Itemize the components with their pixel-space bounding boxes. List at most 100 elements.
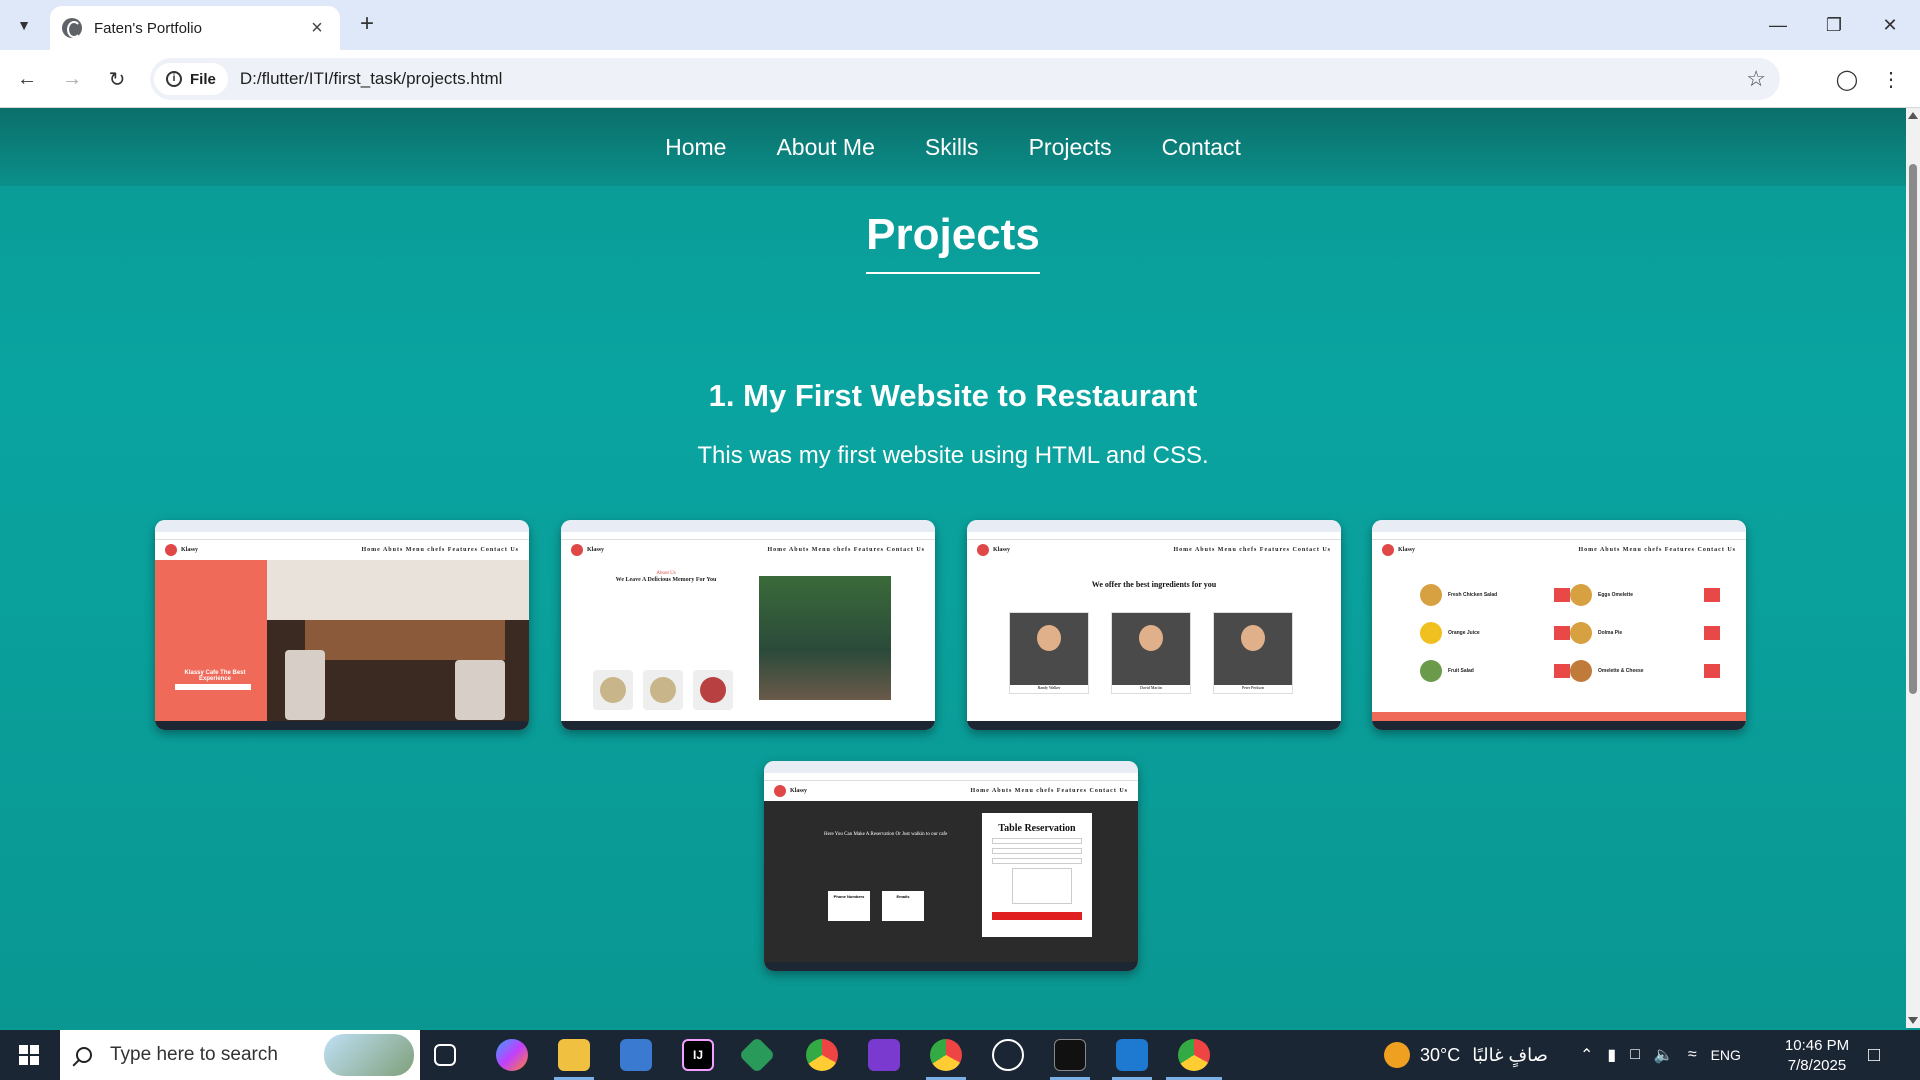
mini-address-bar (561, 532, 935, 540)
browser-tab[interactable]: Faten's Portfolio × (50, 6, 340, 50)
copilot-icon[interactable] (496, 1039, 528, 1071)
mini-menu-item: Fruit Salad (1420, 658, 1570, 684)
windows-logo-icon (19, 1045, 39, 1065)
mini-food-thumb (643, 670, 683, 710)
project-screenshot-5[interactable]: Klassy Home Abuts Menu chefs Features Co… (764, 761, 1138, 971)
mini-address-bar (967, 532, 1341, 540)
mini-site-header: Klassy Home Abuts Menu chefs Features Co… (764, 781, 1138, 801)
mini-hero-red-panel (155, 560, 267, 721)
scroll-down-icon[interactable] (1908, 1017, 1918, 1024)
mini-browser-chrome (561, 520, 935, 532)
address-bar[interactable]: i File D:/flutter/ITI/first_task/project… (150, 58, 1780, 100)
info-icon: i (166, 71, 182, 87)
chrome-icon[interactable] (1178, 1039, 1210, 1071)
wifi-icon[interactable]: ≈ (1688, 1046, 1697, 1064)
mini-chair (285, 650, 325, 720)
chrome-profile-icon[interactable] (806, 1039, 838, 1071)
chevron-down-icon: ▼ (17, 17, 31, 33)
logo-icon (165, 544, 177, 556)
mini-reservation-form: Table Reservation (982, 813, 1092, 937)
nav-about-me[interactable]: About Me (776, 134, 874, 161)
mini-address-bar (764, 773, 1138, 781)
nav-skills[interactable]: Skills (925, 134, 979, 161)
task-view-icon[interactable] (434, 1044, 456, 1066)
mini-about-sub: We Leave A Delicious Memory For You (615, 577, 717, 583)
scroll-thumb[interactable] (1909, 164, 1917, 694)
scroll-up-icon[interactable] (1908, 112, 1918, 119)
mini-brand: Klassy (587, 547, 605, 553)
chevron-up-icon[interactable]: ⌃ (1580, 1045, 1593, 1065)
taskbar-search[interactable]: Type here to search (60, 1030, 420, 1080)
mini-browser-chrome (155, 520, 529, 532)
nav-home[interactable]: Home (665, 134, 726, 161)
mini-chef-card: David Martin (1111, 612, 1191, 694)
mini-brand: Klassy (1398, 547, 1416, 553)
profile-icon[interactable]: ◯ (1830, 62, 1864, 96)
mini-about-heading: About Us (656, 571, 676, 576)
project-screenshot-2[interactable]: Klassy Home Abuts Menu chefs Features Co… (561, 520, 935, 730)
new-tab-button[interactable]: + (352, 10, 382, 40)
logo-icon (571, 544, 583, 556)
page-title: Projects (866, 210, 1040, 274)
weather-widget[interactable]: 30°C صافٍ غالبًا (1384, 1030, 1548, 1080)
git-icon[interactable] (738, 1036, 776, 1074)
mini-hero-table (305, 620, 505, 660)
mini-hero-text: Klassy Cafe The Best Experience (184, 670, 246, 682)
nav-contact[interactable]: Contact (1162, 134, 1241, 161)
mini-menu: Home Abuts Menu chefs Features Contact U… (767, 547, 925, 553)
project-title: 1. My First Website to Restaurant (708, 378, 1198, 413)
forward-button[interactable]: → (55, 62, 89, 96)
logo-icon (774, 785, 786, 797)
mini-chair (455, 660, 505, 720)
search-icon (76, 1047, 92, 1063)
project-screenshot-3[interactable]: Klassy Home Abuts Menu chefs Features Co… (967, 520, 1341, 730)
restore-button[interactable]: ❐ (1806, 0, 1862, 50)
mini-taskbar (764, 962, 1138, 971)
site-info-chip[interactable]: i File (154, 63, 228, 95)
calculator-icon[interactable] (620, 1039, 652, 1071)
intellij-icon[interactable]: IJ (682, 1039, 714, 1071)
system-tray: ⌃ ▮ □ 🔈 ≈ ENG (1580, 1030, 1741, 1080)
volume-icon[interactable]: 🔈 (1654, 1045, 1674, 1065)
language-indicator[interactable]: ENG (1711, 1047, 1741, 1063)
clock[interactable]: 10:46 PM 7/8/2025 (1772, 1036, 1862, 1076)
reload-button[interactable]: ↻ (100, 62, 134, 96)
url-text[interactable]: D:/flutter/ITI/first_task/projects.html (240, 69, 1746, 89)
vscode-icon[interactable] (1116, 1039, 1148, 1071)
clock-date: 7/8/2025 (1787, 1057, 1847, 1074)
tab-search-button[interactable]: ▼ (8, 10, 40, 40)
project-screenshot-1[interactable]: Klassy Home Abuts Menu chefs Features Co… (155, 520, 529, 730)
mini-site-header: Klassy Home Abuts Menu chefs Features Co… (1372, 540, 1746, 560)
close-tab-icon[interactable]: × (306, 17, 328, 40)
menu-dots-icon[interactable]: ⋮ (1874, 62, 1908, 96)
project-screenshot-4[interactable]: Klassy Home Abuts Menu chefs Features Co… (1372, 520, 1746, 730)
chrome-f-icon[interactable] (930, 1039, 962, 1071)
mini-taskbar (1372, 721, 1746, 730)
browser-toolbar: ← → ↻ i File D:/flutter/ITI/first_task/p… (0, 50, 1920, 108)
notification-icon[interactable]: □ (1868, 1030, 1880, 1080)
meet-icon[interactable]: □ (1630, 1046, 1640, 1064)
obs-icon[interactable] (992, 1039, 1024, 1071)
mini-about-photo (759, 576, 891, 700)
back-button[interactable]: ← (10, 62, 44, 96)
project-description: This was my first website using HTML and… (697, 442, 1209, 469)
mini-hero-wall (267, 560, 529, 620)
mini-food-thumb (593, 670, 633, 710)
bookmark-star-icon[interactable]: ☆ (1746, 66, 1766, 92)
minimize-button[interactable]: — (1750, 0, 1806, 50)
terminal-icon[interactable] (1054, 1039, 1086, 1071)
mini-food-thumb (693, 670, 733, 710)
mini-about-text: About Us We Leave A Delicious Memory For… (591, 570, 741, 584)
windows-taskbar: Type here to search IJ 30°C صافٍ غالبًا … (0, 1030, 1920, 1080)
close-window-button[interactable]: ✕ (1862, 0, 1918, 50)
mini-browser-chrome (1372, 520, 1746, 532)
battery-icon[interactable]: ▮ (1607, 1045, 1616, 1065)
file-explorer-icon[interactable] (558, 1039, 590, 1071)
nav-projects[interactable]: Projects (1029, 134, 1112, 161)
mini-site-header: Klassy Home Abuts Menu chefs Features Co… (561, 540, 935, 560)
weather-temp: 30°C (1420, 1044, 1461, 1065)
start-button[interactable] (0, 1030, 58, 1080)
visual-studio-icon[interactable] (868, 1039, 900, 1071)
mini-menu-item: Fresh Chicken Salad (1420, 582, 1570, 608)
page-scrollbar[interactable] (1906, 108, 1920, 1028)
